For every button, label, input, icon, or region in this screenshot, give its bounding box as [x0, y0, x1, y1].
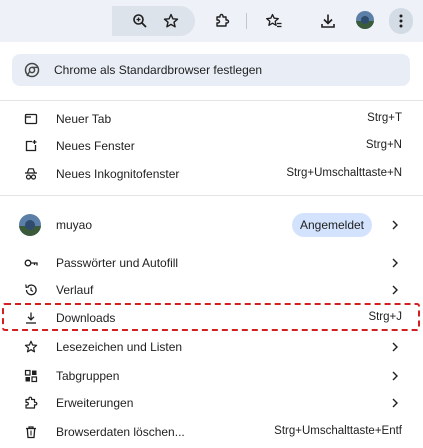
- shortcut-label: Strg+Umschalttaste+N: [286, 167, 402, 179]
- menu-item-label: Neues Inkognitofenster: [56, 167, 180, 181]
- chevron-right-icon: [392, 371, 398, 381]
- set-default-browser-label: Chrome als Standardbrowser festlegen: [54, 63, 263, 77]
- menu-item-label: Neues Fenster: [56, 139, 135, 153]
- divider: [0, 100, 423, 101]
- menu-item-new-window[interactable]: Neues Fenster Strg+N: [0, 133, 423, 159]
- avatar: [19, 214, 41, 236]
- menu-item-label: Lesezeichen und Listen: [56, 340, 183, 354]
- chevron-right-icon: [392, 398, 398, 408]
- key-icon: [24, 256, 38, 270]
- set-default-browser-button[interactable]: Chrome als Standardbrowser festlegen: [12, 54, 410, 86]
- shortcut-label: Strg+T: [367, 112, 402, 124]
- browser-toolbar: [0, 0, 423, 42]
- tab-groups-icon: [24, 369, 38, 383]
- menu-item-new-tab[interactable]: Neuer Tab Strg+T: [0, 106, 423, 132]
- profile-avatar[interactable]: [356, 11, 374, 29]
- chevron-right-icon: [392, 220, 398, 230]
- trash-icon: [24, 425, 38, 439]
- shortcut-label: Strg+N: [365, 139, 402, 151]
- menu-item-label: Tabgruppen: [56, 369, 120, 383]
- new-tab-icon: [24, 112, 38, 126]
- profile-row[interactable]: muyao Angemeldet: [0, 208, 423, 242]
- more-menu-icon: [399, 14, 403, 28]
- menu-item-incognito[interactable]: Neues Inkognitofenster Strg+Umschalttast…: [0, 161, 423, 187]
- divider: [0, 195, 423, 196]
- menu-item-tab-groups[interactable]: Tabgruppen: [0, 363, 423, 389]
- menu-item-bookmarks-lists[interactable]: Lesezeichen und Listen: [0, 334, 423, 360]
- zoom-icon[interactable]: [128, 9, 152, 33]
- chevron-right-icon: [392, 258, 398, 268]
- profile-name: muyao: [56, 218, 93, 232]
- menu-item-label: Neuer Tab: [56, 112, 112, 126]
- menu-item-clear-browsing-data[interactable]: Browserdaten löschen... Strg+Umschalttas…: [0, 419, 423, 445]
- menu-item-history[interactable]: Verlauf: [0, 277, 423, 303]
- bookmarks-list-icon[interactable]: [262, 9, 286, 33]
- app-menu: Chrome als Standardbrowser festlegen Neu…: [0, 42, 423, 448]
- extensions-icon[interactable]: [210, 9, 234, 33]
- star-icon: [24, 340, 38, 354]
- menu-item-downloads[interactable]: Downloads Strg+J: [0, 305, 423, 331]
- menu-item-label: Passwörter und Autofill: [56, 256, 179, 270]
- shortcut-label: Strg+J: [368, 311, 402, 323]
- menu-item-label: Verlauf: [56, 283, 94, 297]
- history-icon: [24, 283, 38, 297]
- toolbar-separator: [246, 13, 247, 29]
- download-icon: [24, 311, 38, 325]
- more-menu-button[interactable]: [389, 8, 413, 34]
- status-badge: Angemeldet: [292, 213, 372, 237]
- chevron-right-icon: [392, 285, 398, 295]
- menu-item-label: Downloads: [56, 311, 116, 325]
- chevron-right-icon: [392, 342, 398, 352]
- menu-item-label: Browserdaten löschen...: [56, 425, 185, 439]
- incognito-icon: [24, 167, 38, 181]
- menu-item-extensions[interactable]: Erweiterungen: [0, 390, 423, 416]
- menu-item-label: Erweiterungen: [56, 396, 134, 410]
- new-window-icon: [24, 139, 38, 153]
- extension-icon: [24, 396, 38, 410]
- bookmark-star-icon[interactable]: [159, 9, 183, 33]
- chrome-logo-icon: [24, 62, 40, 78]
- download-icon[interactable]: [316, 9, 340, 33]
- menu-item-passwords-autofill[interactable]: Passwörter und Autofill: [0, 250, 423, 276]
- shortcut-label: Strg+Umschalttaste+Entf: [274, 425, 402, 437]
